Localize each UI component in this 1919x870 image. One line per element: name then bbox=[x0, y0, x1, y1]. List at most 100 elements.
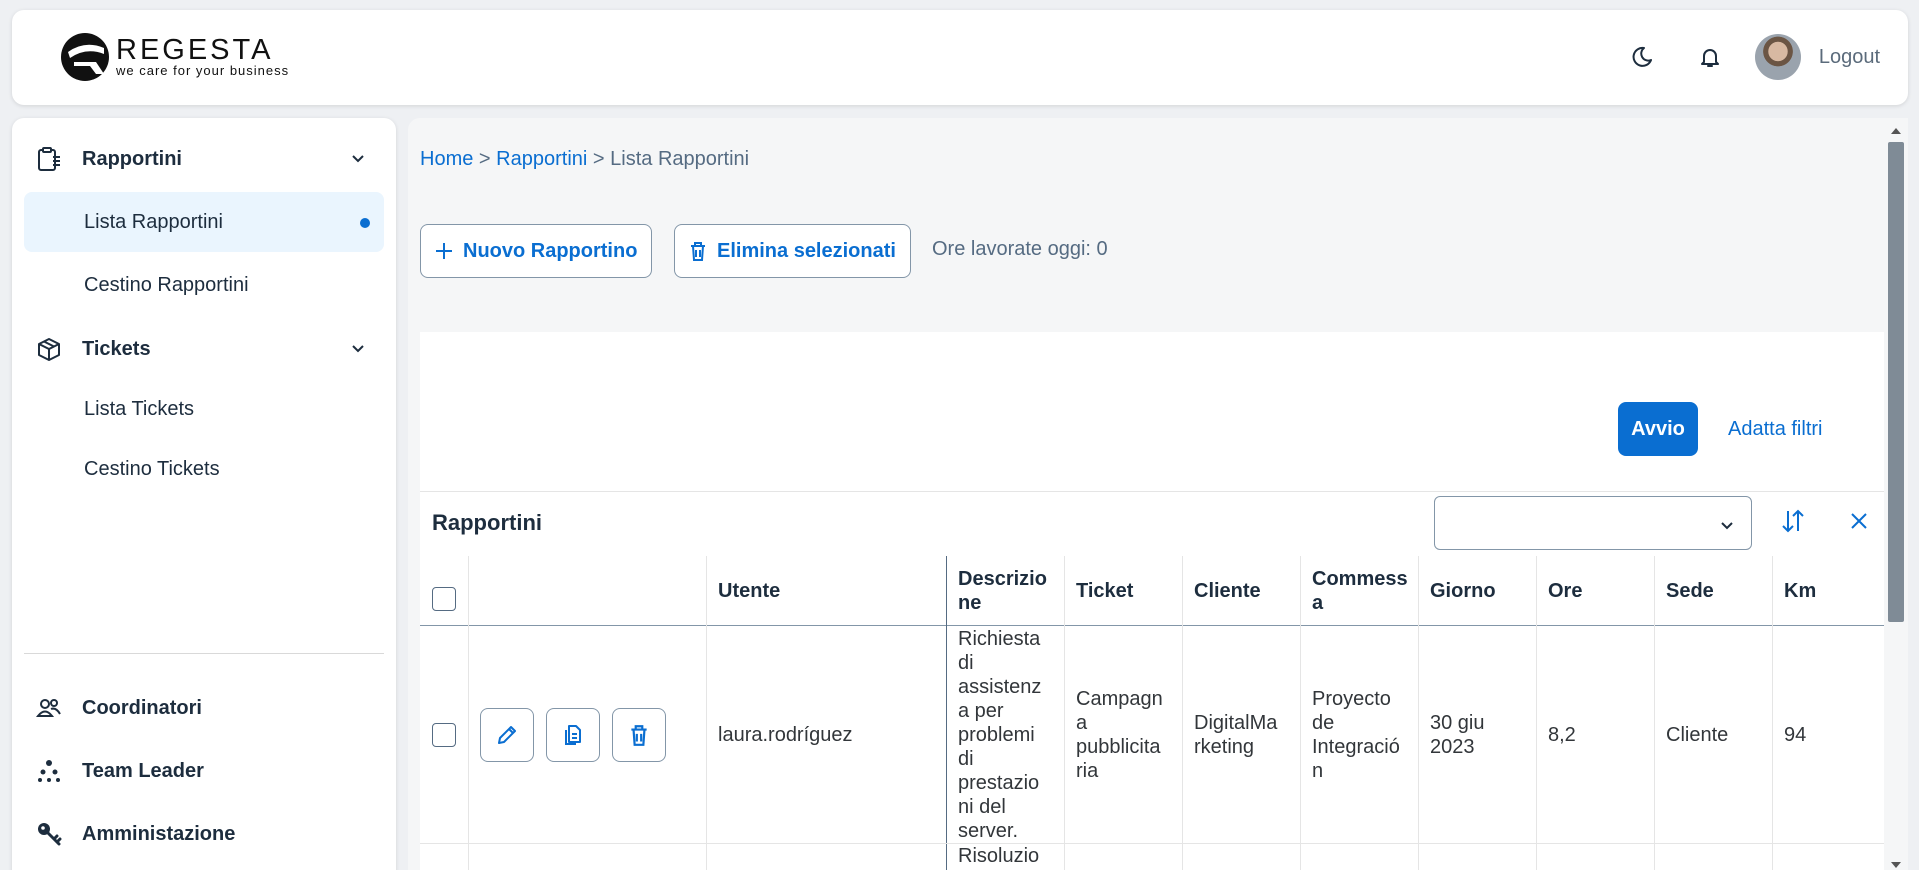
cell-line: ni del bbox=[958, 796, 1006, 818]
sidebar: Rapportini Lista Rapportini Cestino Rapp… bbox=[12, 118, 396, 870]
sort-icon[interactable] bbox=[1778, 506, 1808, 536]
select-all-cell bbox=[420, 556, 468, 626]
cell-line: 30 giu bbox=[1430, 712, 1485, 734]
sidebar-group-tickets[interactable]: Tickets bbox=[24, 324, 384, 374]
avvio-button[interactable]: Avvio bbox=[1618, 402, 1698, 456]
active-indicator bbox=[360, 218, 370, 228]
cell-giorno: 30 giu 2023 bbox=[1418, 626, 1536, 844]
cell-line: di bbox=[958, 748, 974, 770]
new-rapportino-button[interactable]: Nuovo Rapportino bbox=[420, 224, 653, 278]
trash-icon bbox=[691, 242, 705, 261]
logout-link[interactable]: Logout bbox=[1819, 46, 1880, 69]
table-row[interactable]: Risoluzio bbox=[420, 844, 1884, 870]
brand-name: REGESTA bbox=[116, 34, 274, 66]
sidebar-item-label: Cestino Tickets bbox=[84, 457, 220, 480]
cell-line: DigitalMa bbox=[1194, 712, 1278, 734]
sidebar-item-label: Cestino Rapportini bbox=[84, 273, 249, 296]
key-icon bbox=[34, 819, 64, 849]
plus-icon bbox=[436, 243, 452, 259]
column-header-ore[interactable]: Ore bbox=[1536, 556, 1654, 626]
scroll-down-icon[interactable] bbox=[1890, 860, 1902, 870]
cell-descrizione: Richiesta di assistenz a per problemi di… bbox=[946, 626, 1064, 844]
sidebar-item-cestino-rapportini[interactable]: Cestino Rapportini bbox=[24, 255, 384, 315]
header-line: Descrizio bbox=[958, 568, 1047, 590]
cell-line: n bbox=[1312, 760, 1324, 782]
cell-line: Campagn bbox=[1076, 688, 1163, 710]
header-line: a bbox=[1312, 592, 1324, 614]
main-scrollbar[interactable] bbox=[1884, 118, 1908, 870]
hierarchy-icon bbox=[34, 756, 64, 786]
sidebar-item-lista-tickets[interactable]: Lista Tickets bbox=[24, 379, 384, 439]
cell-sede: Cliente bbox=[1666, 724, 1729, 746]
row-select-cell bbox=[420, 626, 468, 844]
column-header-commessa[interactable]: Commess a bbox=[1300, 556, 1418, 626]
header-line: ne bbox=[958, 592, 982, 614]
sidebar-item-team-leader[interactable]: Team Leader bbox=[24, 746, 384, 796]
cell-line: pubblicita bbox=[1076, 736, 1161, 758]
package-icon bbox=[34, 334, 64, 364]
edit-button[interactable] bbox=[480, 708, 534, 762]
bell-icon[interactable] bbox=[1687, 34, 1733, 80]
cell-utente: laura.rodríguez bbox=[718, 724, 853, 746]
breadcrumb-home[interactable]: Home bbox=[420, 148, 473, 170]
scroll-up-icon[interactable] bbox=[1890, 126, 1902, 136]
sidebar-item-coordinatori[interactable]: Coordinatori bbox=[24, 683, 384, 733]
view-select[interactable] bbox=[1434, 496, 1752, 550]
column-header-sede[interactable]: Sede bbox=[1654, 556, 1772, 626]
hours-today: Ore lavorate oggi: 0 bbox=[932, 238, 1108, 260]
adatta-filtri-button[interactable]: Adatta filtri bbox=[1728, 402, 1822, 456]
avatar[interactable] bbox=[1754, 34, 1801, 80]
sidebar-group-label: Rapportini bbox=[82, 147, 182, 170]
sidebar-group-label: Tickets bbox=[82, 337, 151, 360]
sidebar-group-rapportini[interactable]: Rapportini bbox=[24, 134, 384, 184]
cell-line: Proyecto bbox=[1312, 688, 1391, 710]
row-checkbox[interactable] bbox=[432, 723, 456, 747]
sidebar-item-label: Coordinatori bbox=[82, 696, 202, 719]
cell-line: Integració bbox=[1312, 736, 1400, 758]
close-icon[interactable] bbox=[1844, 506, 1874, 536]
copy-button[interactable] bbox=[546, 708, 600, 762]
column-header-km[interactable]: Km bbox=[1772, 556, 1884, 626]
breadcrumb: Home > Rapportini > Lista Rapportini bbox=[420, 148, 749, 171]
trash-icon bbox=[631, 725, 647, 746]
cell-ticket: Campagn a pubblicita ria bbox=[1064, 626, 1182, 844]
delete-selected-button[interactable]: Elimina selezionati bbox=[674, 224, 911, 278]
cell-descrizione: Risoluzio bbox=[958, 845, 1040, 867]
button-label: Elimina selezionati bbox=[717, 239, 896, 262]
cell-line: a per bbox=[958, 700, 1004, 722]
chevron-down-icon bbox=[1721, 522, 1733, 530]
sidebar-item-amministrazione[interactable]: Amministazione bbox=[24, 809, 384, 859]
cell-line: server. bbox=[958, 820, 1019, 842]
column-header-giorno[interactable]: Giorno bbox=[1418, 556, 1536, 626]
sidebar-item-lista-rapportini[interactable]: Lista Rapportini bbox=[24, 192, 384, 252]
table-header: Utente Descrizio ne Ticket Cliente Comme… bbox=[420, 556, 1884, 626]
delete-row-button[interactable] bbox=[612, 708, 666, 762]
regesta-logo[interactable]: REGESTA we care for your business bbox=[60, 32, 289, 82]
cell-line: di bbox=[958, 652, 974, 674]
button-label: Nuovo Rapportino bbox=[463, 239, 638, 262]
cell-km: 94 bbox=[1784, 724, 1807, 746]
column-header-descrizione[interactable]: Descrizio ne bbox=[946, 556, 1064, 626]
clipboard-list-icon bbox=[34, 144, 64, 174]
chevron-down-icon[interactable] bbox=[348, 148, 368, 168]
document-copy-icon bbox=[565, 725, 581, 745]
breadcrumb-separator: > bbox=[478, 148, 491, 170]
cell-ore: 8,2 bbox=[1548, 724, 1576, 746]
breadcrumb-rapportini[interactable]: Rapportini bbox=[496, 148, 587, 170]
table-row[interactable]: laura.rodríguez Richiesta di assistenz a… bbox=[420, 626, 1884, 844]
column-header-utente[interactable]: Utente bbox=[706, 556, 946, 626]
cell-line: prestazio bbox=[958, 772, 1040, 794]
column-header-cliente[interactable]: Cliente bbox=[1182, 556, 1300, 626]
sidebar-item-label: Team Leader bbox=[82, 759, 204, 782]
scrollbar-thumb[interactable] bbox=[1888, 142, 1904, 622]
breadcrumb-current: Lista Rapportini bbox=[610, 148, 750, 170]
filter-bar: Avvio Adatta filtri bbox=[420, 332, 1884, 492]
chevron-down-icon[interactable] bbox=[348, 338, 368, 358]
column-header-ticket[interactable]: Ticket bbox=[1064, 556, 1182, 626]
dark-mode-icon[interactable] bbox=[1619, 34, 1665, 80]
regesta-logo-icon bbox=[61, 33, 109, 81]
sidebar-item-cestino-tickets[interactable]: Cestino Tickets bbox=[24, 439, 384, 499]
sidebar-item-label: Amministazione bbox=[82, 822, 236, 845]
cell-line: Richiesta bbox=[958, 628, 1041, 650]
select-all-checkbox[interactable] bbox=[432, 587, 456, 611]
